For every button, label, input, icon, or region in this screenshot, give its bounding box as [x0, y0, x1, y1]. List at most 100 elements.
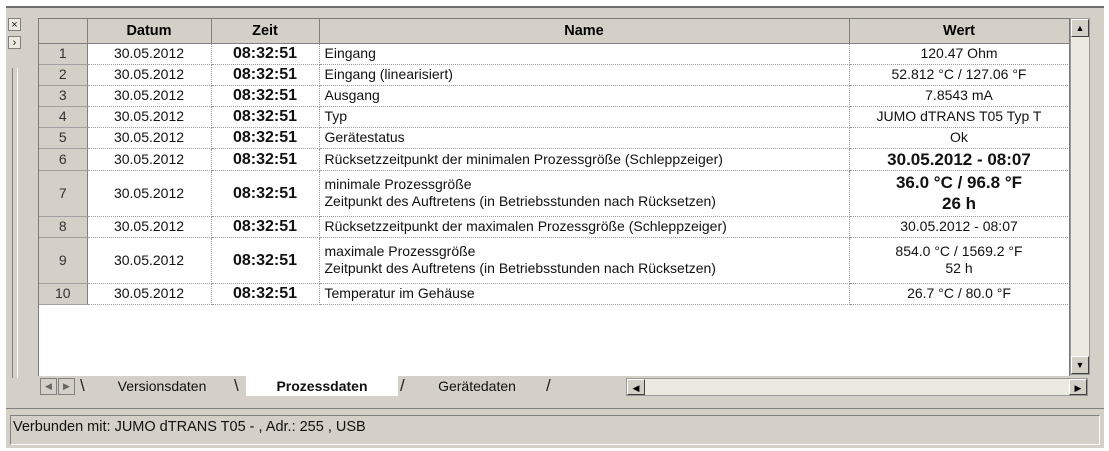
status-bar: Verbunden mit: JUMO dTRANS T05 - , Adr.:… — [6, 408, 1104, 447]
row-number: 5 — [39, 127, 88, 149]
value-cell: 26.7 °C / 80.0 °F — [849, 283, 1069, 305]
tab-separator: \ — [234, 376, 239, 395]
arrow-down-icon[interactable]: ▼ — [1071, 356, 1089, 374]
close-panel-icon[interactable]: × — [8, 18, 21, 31]
value-line: 52.812 °C / 127.06 °F — [891, 66, 1027, 82]
table-row[interactable]: 4 30.05.2012 08:32:51 Typ JUMO dTRANS T05 Ty… — [39, 106, 1069, 128]
date-cell: 30.05.2012 — [87, 85, 212, 107]
data-table: Datum Zeit Name Wert 1 30.05.2012 08:32:51… — [39, 19, 1069, 305]
tab-geraetedaten[interactable]: Gerätedaten — [412, 376, 542, 396]
left-gutter: × › — [8, 18, 22, 378]
date-cell: 30.05.2012 — [87, 106, 212, 128]
value-cell: 854.0 °C / 1569.2 °F 52 h — [849, 237, 1069, 284]
tab-separator: / — [400, 376, 405, 395]
time-cell: 08:32:51 — [211, 283, 320, 305]
table-row[interactable]: 6 30.05.2012 08:32:51 Rücksetzzeitpunkt der… — [39, 148, 1069, 171]
value-line: 36.0 °C / 96.8 °F — [895, 173, 1023, 192]
name-cell: Eingang (linearisiert) — [319, 64, 850, 86]
expand-panel-icon[interactable]: › — [8, 36, 21, 49]
table-row[interactable]: 10 30.05.2012 08:32:51 Temperatur im Gehäus… — [39, 283, 1069, 305]
name-cell: maximale Prozessgröße Zeitpunkt des Auftr… — [319, 237, 850, 284]
value-line: 26 h — [941, 194, 977, 213]
name-line: Gerätestatus — [324, 129, 405, 145]
date-cell: 30.05.2012 — [87, 283, 212, 305]
row-number: 3 — [39, 85, 88, 107]
row-number: 4 — [39, 106, 88, 128]
table-row[interactable]: 1 30.05.2012 08:32:51 Eingang 120.47 Ohm — [39, 43, 1069, 65]
table-row[interactable]: 8 30.05.2012 08:32:51 Rücksetzzeitpunkt der… — [39, 216, 1069, 238]
value-line: JUMO dTRANS T05 Typ T — [876, 108, 1042, 124]
arrow-right-icon[interactable]: ▶ — [1069, 379, 1087, 395]
name-cell: minimale Prozessgröße Zeitpunkt des Auftr… — [319, 170, 850, 217]
value-line: 30.05.2012 - 08:07 — [900, 218, 1018, 234]
table-row[interactable]: 2 30.05.2012 08:32:51 Eingang (linearisiert… — [39, 64, 1069, 86]
row-number: 6 — [39, 148, 88, 171]
vertical-scrollbar[interactable]: ▲ ▼ — [1070, 18, 1090, 375]
time-cell: 08:32:51 — [211, 43, 320, 65]
column-header-wert[interactable]: Wert — [849, 19, 1069, 44]
time-cell: 08:32:51 — [211, 170, 320, 217]
arrow-up-icon[interactable]: ▲ — [1071, 19, 1089, 37]
table-row[interactable]: 5 30.05.2012 08:32:51 Gerätestatus Ok — [39, 127, 1069, 149]
value-line: 854.0 °C / 1569.2 °F — [895, 243, 1023, 259]
table-row[interactable]: 3 30.05.2012 08:32:51 Ausgang 7.8543 mA — [39, 85, 1069, 107]
name-cell: Rücksetzzeitpunkt der minimalen Prozessg… — [319, 148, 850, 171]
date-cell: 30.05.2012 — [87, 170, 212, 217]
tab-versionsdaten[interactable]: Versionsdaten — [92, 376, 232, 396]
tab-prozessdaten[interactable]: Prozessdaten — [246, 376, 398, 396]
time-cell: 08:32:51 — [211, 106, 320, 128]
arrow-left-icon[interactable]: ◀ — [627, 379, 645, 395]
name-cell: Gerätestatus — [319, 127, 850, 149]
name-cell: Rücksetzzeitpunkt der maximalen Prozessg… — [319, 216, 850, 238]
row-number: 8 — [39, 216, 88, 238]
time-cell: 08:32:51 — [211, 237, 320, 284]
process-data-grid: Datum Zeit Name Wert 1 30.05.2012 08:32:51… — [38, 18, 1070, 377]
table-row[interactable]: 9 30.05.2012 08:32:51 maximale Prozessgröße… — [39, 237, 1069, 284]
name-line: Zeitpunkt des Auftretens (in Betriebsstu… — [324, 260, 716, 276]
row-number: 9 — [39, 237, 88, 284]
name-cell: Eingang — [319, 43, 850, 65]
value-cell: 52.812 °C / 127.06 °F — [849, 64, 1069, 86]
value-cell: 120.47 Ohm — [849, 43, 1069, 65]
value-cell: Ok — [849, 127, 1069, 149]
horizontal-scrollbar[interactable]: ◀ ▶ — [626, 378, 1088, 396]
column-header-zeit[interactable]: Zeit — [211, 19, 320, 44]
value-line: 30.05.2012 - 08:07 — [887, 149, 1031, 169]
tab-separator: / — [546, 376, 551, 395]
name-line: Zeitpunkt des Auftretens (in Betriebsstu… — [324, 193, 716, 209]
date-cell: 30.05.2012 — [87, 237, 212, 284]
value-cell: 7.8543 mA — [849, 85, 1069, 107]
value-cell: 30.05.2012 - 08:07 — [849, 216, 1069, 238]
tab-nav-right-icon[interactable]: ▶ — [58, 378, 75, 395]
date-cell: 30.05.2012 — [87, 64, 212, 86]
row-number: 7 — [39, 170, 88, 217]
value-cell: 30.05.2012 - 08:07 — [849, 148, 1069, 171]
name-line: maximale Prozessgröße — [324, 243, 476, 259]
name-cell: Ausgang — [319, 85, 850, 107]
table-row[interactable]: 7 30.05.2012 08:32:51 minimale Prozessgröße… — [39, 170, 1069, 217]
tab-separator: \ — [80, 376, 85, 395]
value-line: 120.47 Ohm — [920, 45, 998, 61]
value-line: 52 h — [945, 260, 973, 276]
time-cell: 08:32:51 — [211, 85, 320, 107]
column-header-name[interactable]: Name — [319, 19, 850, 44]
column-header-datum[interactable]: Datum — [87, 19, 212, 44]
name-line: Ausgang — [324, 87, 380, 103]
time-cell: 08:32:51 — [211, 127, 320, 149]
name-line: Rücksetzzeitpunkt der maximalen Prozessg… — [324, 218, 727, 234]
table-header-row: Datum Zeit Name Wert — [39, 19, 1069, 44]
date-cell: 30.05.2012 — [87, 148, 212, 171]
time-cell: 08:32:51 — [211, 216, 320, 238]
time-cell: 08:32:51 — [211, 148, 320, 171]
name-line: Typ — [324, 108, 348, 124]
row-number: 2 — [39, 64, 88, 86]
date-cell: 30.05.2012 — [87, 127, 212, 149]
tab-nav-left-icon[interactable]: ◀ — [40, 378, 57, 395]
time-cell: 08:32:51 — [211, 64, 320, 86]
app-window: × › Datum Zeit Name Wert 1 30.05.2012 08:3… — [6, 6, 1104, 448]
name-line: Rücksetzzeitpunkt der minimalen Prozessg… — [324, 150, 723, 167]
row-number: 1 — [39, 43, 88, 65]
column-header-rownum[interactable] — [39, 19, 88, 44]
value-line: 7.8543 mA — [925, 87, 993, 103]
date-cell: 30.05.2012 — [87, 216, 212, 238]
